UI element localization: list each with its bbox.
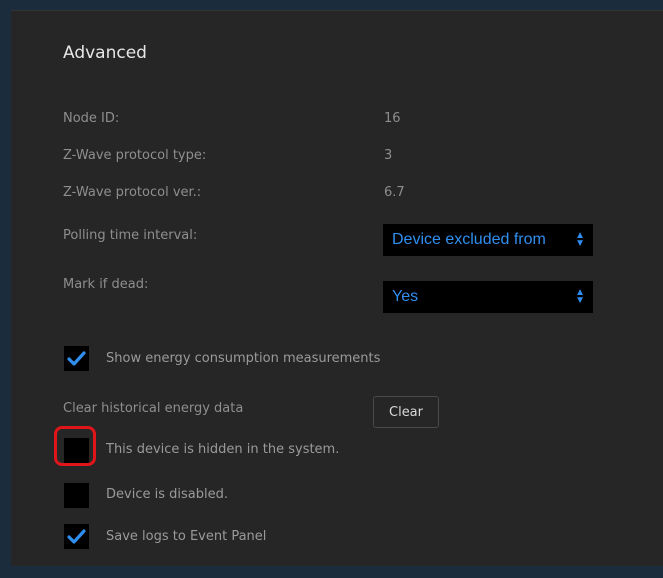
logs-checkbox-label: Save logs to Event Panel	[106, 529, 267, 544]
disabled-checkbox[interactable]	[64, 483, 89, 508]
protocol-type-label: Z-Wave protocol type:	[63, 148, 207, 163]
energy-checkbox[interactable]	[64, 346, 89, 371]
up-down-arrow-icon: ▲ ▼	[575, 230, 585, 249]
logs-checkbox[interactable]	[64, 524, 89, 549]
polling-interval-value: Device excluded from	[392, 231, 546, 248]
section-title: Advanced	[63, 43, 147, 63]
protocol-ver-label: Z-Wave protocol ver.:	[63, 185, 202, 200]
protocol-ver-value: 6.7	[384, 185, 405, 200]
node-id-label: Node ID:	[63, 111, 120, 126]
clear-history-label: Clear historical energy data	[63, 401, 244, 416]
energy-checkbox-label: Show energy consumption measurements	[106, 351, 381, 366]
disabled-checkbox-label: Device is disabled.	[106, 487, 228, 502]
highlight-marker	[54, 426, 96, 466]
node-id-value: 16	[384, 111, 401, 126]
protocol-type-value: 3	[384, 148, 393, 163]
advanced-panel: Advanced Node ID: 16 Z-Wave protocol typ…	[11, 10, 663, 566]
mark-dead-select[interactable]: Yes ▲ ▼	[383, 281, 593, 313]
checkmark-icon	[67, 351, 86, 366]
mark-dead-value: Yes	[392, 288, 419, 305]
clear-button[interactable]: Clear	[373, 396, 439, 428]
polling-interval-label: Polling time interval:	[63, 228, 198, 243]
up-down-arrow-icon: ▲ ▼	[575, 287, 585, 306]
checkmark-icon	[67, 529, 86, 544]
polling-interval-select[interactable]: Device excluded from ▲ ▼	[383, 224, 593, 256]
hidden-checkbox-label: This device is hidden in the system.	[106, 442, 340, 457]
mark-dead-label: Mark if dead:	[63, 277, 149, 292]
